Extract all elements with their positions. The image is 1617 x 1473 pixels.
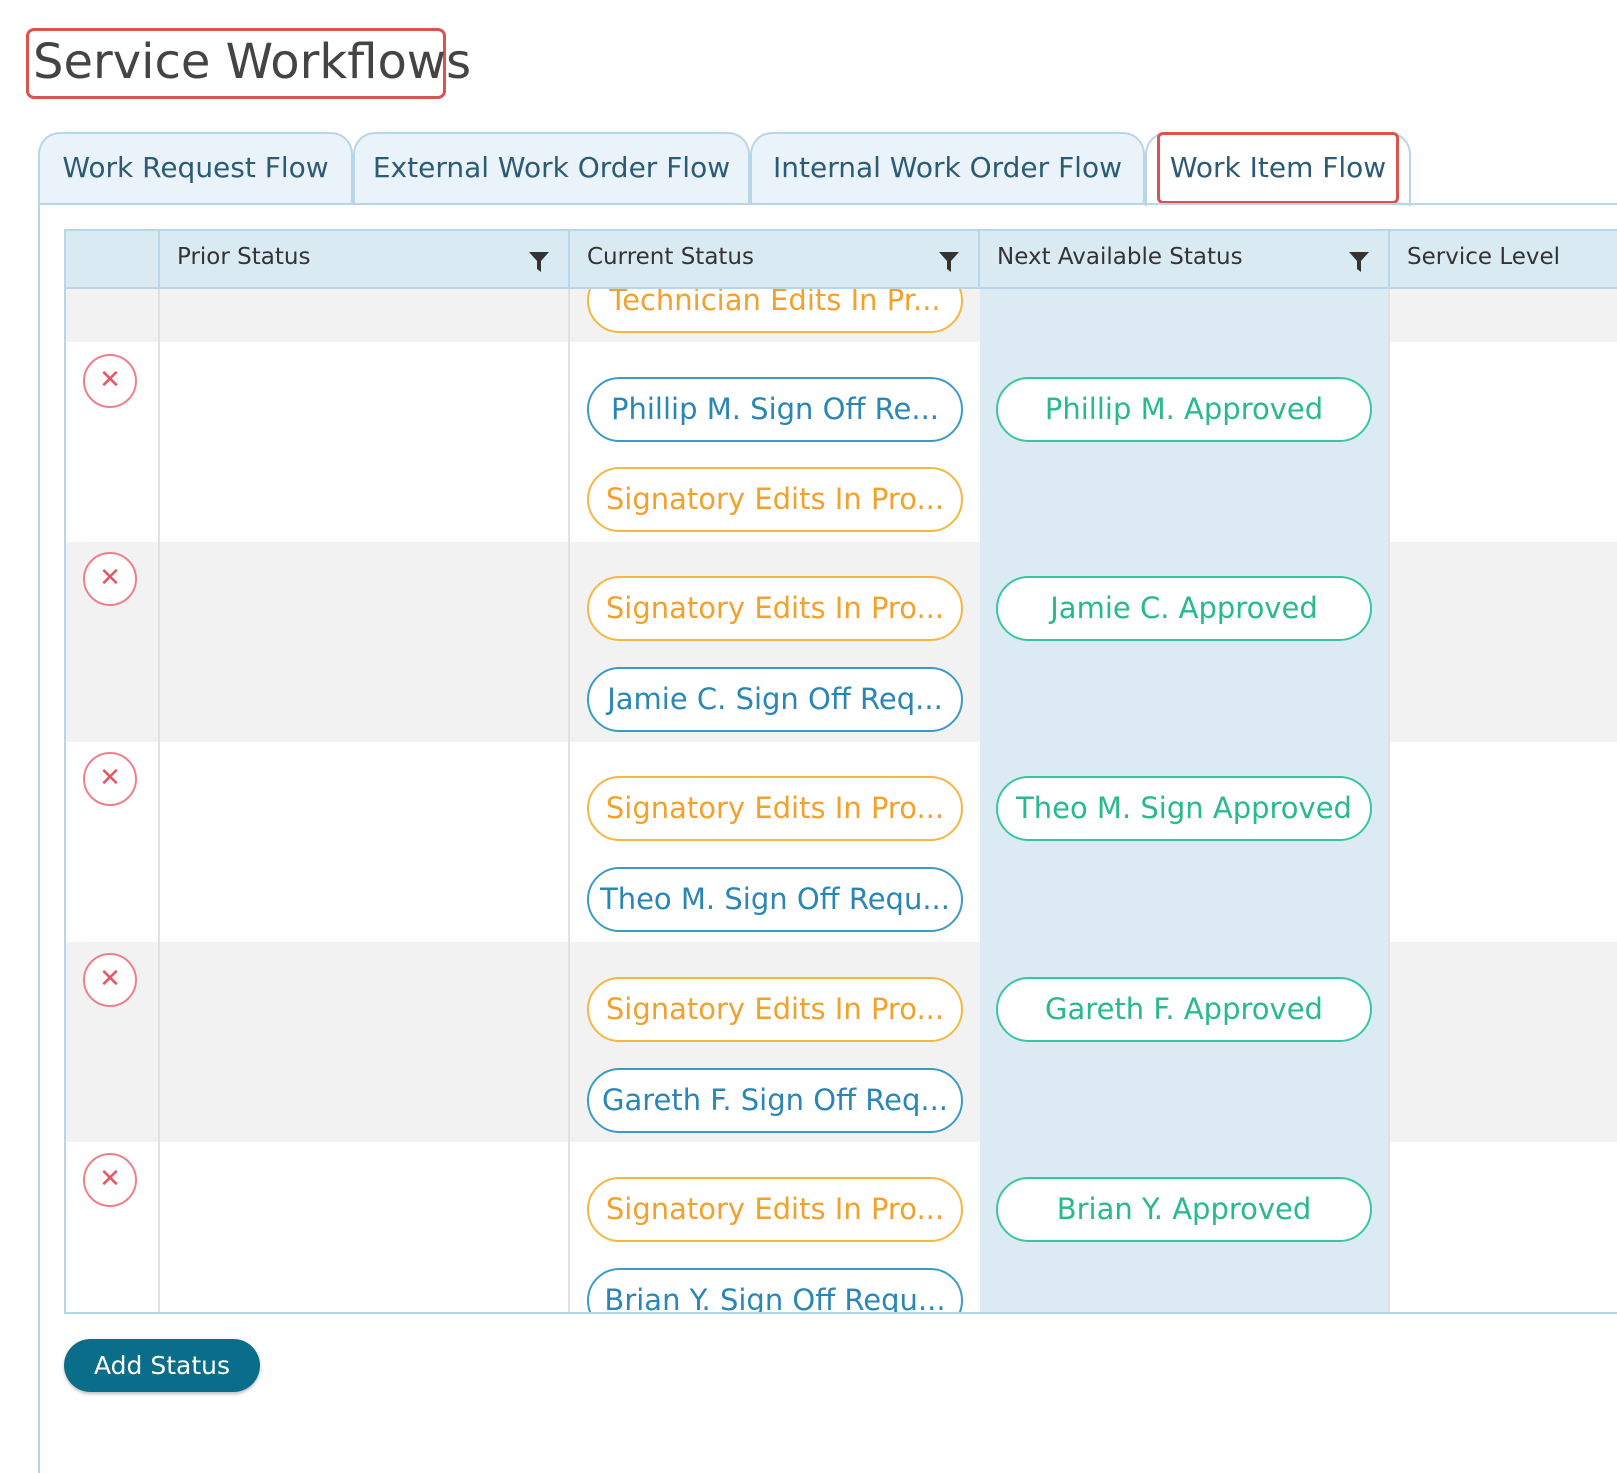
next-status-pill[interactable]: Theo M. Sign Approved — [996, 776, 1372, 841]
close-icon: ✕ — [99, 1164, 121, 1194]
current-status-pill[interactable]: Signatory Edits In Pro... — [587, 776, 963, 841]
next-status-pill[interactable]: Brian Y. Approved — [996, 1177, 1372, 1242]
remove-row-button[interactable]: ✕ — [83, 953, 137, 1007]
tab-label: Internal Work Order Flow — [772, 151, 1122, 184]
next-status-pill[interactable]: Gareth F. Approved — [996, 977, 1372, 1042]
column-divider — [1388, 289, 1390, 1312]
next-status-pill[interactable]: Phillip M. Approved — [996, 377, 1372, 442]
current-status-pill[interactable]: Gareth F. Sign Off Req... — [587, 1068, 963, 1133]
tab-label: Work Item Flow — [1156, 132, 1400, 204]
current-status-pill[interactable]: Signatory Edits In Pro... — [587, 576, 963, 641]
tab-label: External Work Order Flow — [372, 151, 731, 184]
column-header-label: Next Available Status — [997, 244, 1243, 270]
add-status-button[interactable]: Add Status — [64, 1339, 260, 1392]
column-header-service-level: Service Level — [1388, 231, 1617, 287]
filter-icon[interactable] — [1347, 249, 1371, 275]
tab-work-item-flow[interactable]: Work Item Flow — [1145, 132, 1411, 206]
current-status-pill[interactable]: Signatory Edits In Pro... — [587, 1177, 963, 1242]
remove-row-button[interactable]: ✕ — [83, 552, 137, 606]
close-icon: ✕ — [99, 964, 121, 994]
tab-external-work-order-flow[interactable]: External Work Order Flow — [353, 132, 750, 204]
column-header-next-status: Next Available Status — [978, 231, 1388, 287]
remove-row-button[interactable]: ✕ — [83, 354, 137, 408]
next-status-pill[interactable]: Jamie C. Approved — [996, 576, 1372, 641]
grid-header: Prior Status Current Status Next Availab… — [66, 231, 1617, 289]
workflow-tabs: Work Request Flow External Work Order Fl… — [38, 132, 1617, 206]
close-icon: ✕ — [99, 365, 121, 395]
column-divider — [158, 289, 160, 1312]
remove-row-button[interactable]: ✕ — [83, 752, 137, 806]
column-header-label: Service Level — [1407, 244, 1561, 270]
current-status-pill[interactable]: Jamie C. Sign Off Req... — [587, 667, 963, 732]
current-status-pill[interactable]: Brian Y. Sign Off Requ... — [587, 1268, 963, 1312]
tab-label: Work Request Flow — [62, 151, 329, 184]
current-status-pill[interactable]: Phillip M. Sign Off Re... — [587, 377, 963, 442]
workflow-grid: ✕ ✕ ✕ ✕ ✕ Technician Edits In Pr... Phil… — [64, 229, 1617, 1314]
column-header-prior-status: Prior Status — [158, 231, 568, 287]
column-header-current-status: Current Status — [568, 231, 978, 287]
current-status-pill[interactable]: Signatory Edits In Pro... — [587, 467, 963, 532]
close-icon: ✕ — [99, 563, 121, 593]
column-divider — [568, 289, 570, 1312]
column-header-actions — [66, 231, 160, 287]
column-header-label: Prior Status — [177, 244, 311, 270]
page-title: Service Workflows — [26, 28, 471, 99]
tab-work-request-flow[interactable]: Work Request Flow — [38, 132, 353, 204]
close-icon: ✕ — [99, 763, 121, 793]
filter-icon[interactable] — [937, 249, 961, 275]
remove-row-button[interactable]: ✕ — [83, 1153, 137, 1207]
tab-internal-work-order-flow[interactable]: Internal Work Order Flow — [750, 132, 1145, 204]
filter-icon[interactable] — [527, 249, 551, 275]
current-status-pill[interactable]: Theo M. Sign Off Requ... — [587, 867, 963, 932]
current-status-pill[interactable]: Signatory Edits In Pro... — [587, 977, 963, 1042]
column-header-label: Current Status — [587, 244, 754, 270]
